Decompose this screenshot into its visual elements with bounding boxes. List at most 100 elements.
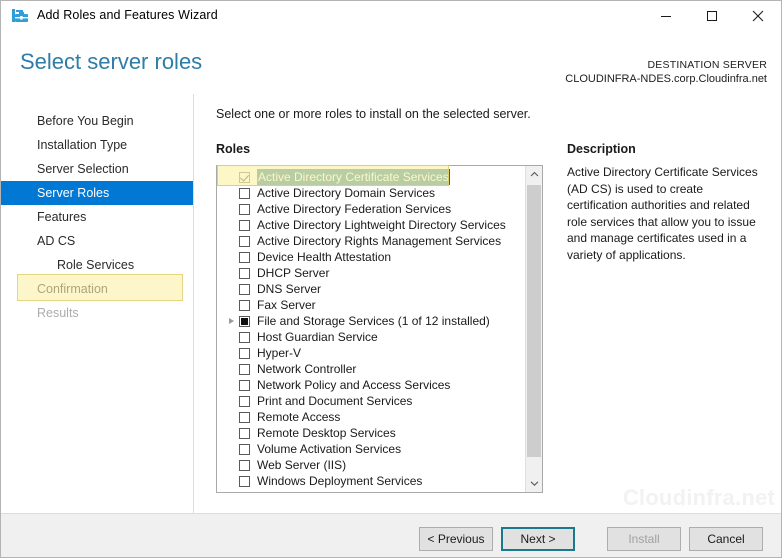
wizard-header: Select server roles DESTINATION SERVER C… <box>1 32 781 94</box>
window-title: Add Roles and Features Wizard <box>37 8 218 22</box>
roles-list-box[interactable]: Active Directory Certificate Services Act… <box>216 165 543 493</box>
role-label: Active Directory Lightweight Directory S… <box>257 218 506 232</box>
role-row[interactable]: Print and Document Services <box>217 393 525 409</box>
page-title: Select server roles <box>20 49 203 74</box>
role-row[interactable]: Device Health Attestation <box>217 249 525 265</box>
sidebar-item-confirmation[interactable]: Confirmation <box>1 277 193 301</box>
role-label: Web Server (IIS) <box>257 458 347 472</box>
sidebar-item-role-services[interactable]: Role Services <box>1 253 193 277</box>
role-row[interactable]: DHCP Server <box>217 265 525 281</box>
role-label: Hyper-V <box>257 346 302 360</box>
sidebar-item-ad-cs[interactable]: AD CS <box>1 229 193 253</box>
destination-server-label: DESTINATION SERVER <box>647 59 767 71</box>
next-button[interactable]: Next > <box>501 527 575 551</box>
minimize-icon[interactable] <box>643 1 689 31</box>
role-checkbox[interactable] <box>239 475 250 487</box>
role-row[interactable]: File and Storage Services (1 of 12 insta… <box>217 313 525 329</box>
scroll-down-icon[interactable] <box>526 475 542 492</box>
role-label: Print and Document Services <box>257 394 413 408</box>
role-checkbox[interactable] <box>239 427 250 439</box>
role-label: Active Directory Rights Management Servi… <box>257 234 502 248</box>
role-checkbox[interactable] <box>239 379 250 391</box>
expand-arrow-icon[interactable] <box>226 313 239 329</box>
role-label: Windows Deployment Services <box>257 474 423 488</box>
wizard-footer: < Previous Next > Install Cancel <box>1 513 781 557</box>
role-row[interactable]: Web Server (IIS) <box>217 457 525 473</box>
role-row[interactable]: Active Directory Certificate Services <box>217 169 525 185</box>
role-row[interactable]: Active Directory Lightweight Directory S… <box>217 217 525 233</box>
role-row[interactable]: Active Directory Domain Services <box>217 185 525 201</box>
role-row[interactable]: Active Directory Rights Management Servi… <box>217 233 525 249</box>
roles-list-scrollbar[interactable] <box>525 166 542 492</box>
scroll-up-icon[interactable] <box>526 166 542 183</box>
close-icon[interactable] <box>735 1 781 31</box>
role-checkbox[interactable] <box>239 203 250 215</box>
role-row[interactable]: Windows Deployment Services <box>217 473 525 489</box>
role-checkbox[interactable] <box>239 267 250 279</box>
role-row[interactable]: Remote Desktop Services <box>217 425 525 441</box>
roles-column-header: Roles <box>216 142 251 156</box>
role-checkbox[interactable] <box>239 347 250 359</box>
sidebar-item-installation-type[interactable]: Installation Type <box>1 133 193 157</box>
sidebar-item-server-selection[interactable]: Server Selection <box>1 157 193 181</box>
destination-server-name: CLOUDINFRA-NDES.corp.Cloudinfra.net <box>565 73 767 85</box>
role-row[interactable]: Network Policy and Access Services <box>217 377 525 393</box>
role-checkbox[interactable] <box>239 299 250 311</box>
roles-list[interactable]: Active Directory Certificate Services Act… <box>217 166 525 489</box>
role-row[interactable]: Host Guardian Service <box>217 329 525 345</box>
add-roles-wizard-window: Add Roles and Features Wizard Select ser… <box>0 0 782 558</box>
maximize-icon[interactable] <box>689 1 735 31</box>
cancel-button[interactable]: Cancel <box>689 527 763 551</box>
sidebar-item-features[interactable]: Features <box>1 205 193 229</box>
wizard-content: Before You Begin Installation Type Server … <box>1 94 781 513</box>
scrollbar-thumb[interactable] <box>527 185 541 457</box>
destination-server-block: DESTINATION SERVER CLOUDINFRA-NDES.corp.… <box>565 58 767 86</box>
sidebar-item-before-you-begin[interactable]: Before You Begin <box>1 109 193 133</box>
role-label: Remote Access <box>257 410 341 424</box>
role-checkbox[interactable] <box>239 219 250 231</box>
role-checkbox[interactable] <box>239 283 250 295</box>
role-row[interactable]: DNS Server <box>217 281 525 297</box>
role-label: Active Directory Federation Services <box>257 202 452 216</box>
previous-button[interactable]: < Previous <box>419 527 493 551</box>
role-row[interactable]: Fax Server <box>217 297 525 313</box>
role-checkbox[interactable] <box>239 251 250 263</box>
role-label: Network Controller <box>257 362 357 376</box>
description-column-header: Description <box>567 142 636 156</box>
role-label: Active Directory Certificate Services <box>257 169 450 185</box>
role-checkbox[interactable] <box>239 363 250 375</box>
role-checkbox[interactable] <box>239 411 250 423</box>
server-roles-pane: Select one or more roles to install on t… <box>194 94 781 513</box>
role-row[interactable]: Hyper-V <box>217 345 525 361</box>
sidebar-item-server-roles[interactable]: Server Roles <box>1 181 193 205</box>
role-row[interactable]: Active Directory Federation Services <box>217 201 525 217</box>
role-row[interactable]: Network Controller <box>217 361 525 377</box>
role-checkbox[interactable] <box>239 443 250 455</box>
role-label: Active Directory Domain Services <box>257 186 436 200</box>
role-checkbox[interactable] <box>239 459 250 471</box>
role-label: File and Storage Services (1 of 12 insta… <box>257 314 490 328</box>
role-checkbox[interactable] <box>239 235 250 247</box>
role-checkbox[interactable] <box>239 315 250 327</box>
role-label: DHCP Server <box>257 266 330 280</box>
role-checkbox[interactable] <box>239 331 250 343</box>
toolbox-icon <box>11 8 29 25</box>
role-row[interactable]: Volume Activation Services <box>217 441 525 457</box>
role-label: Device Health Attestation <box>257 250 392 264</box>
role-checkbox[interactable] <box>239 171 250 183</box>
role-checkbox[interactable] <box>239 187 250 199</box>
wizard-step-nav: Before You Begin Installation Type Server … <box>1 94 194 513</box>
role-checkbox[interactable] <box>239 395 250 407</box>
role-row[interactable]: Remote Access <box>217 409 525 425</box>
